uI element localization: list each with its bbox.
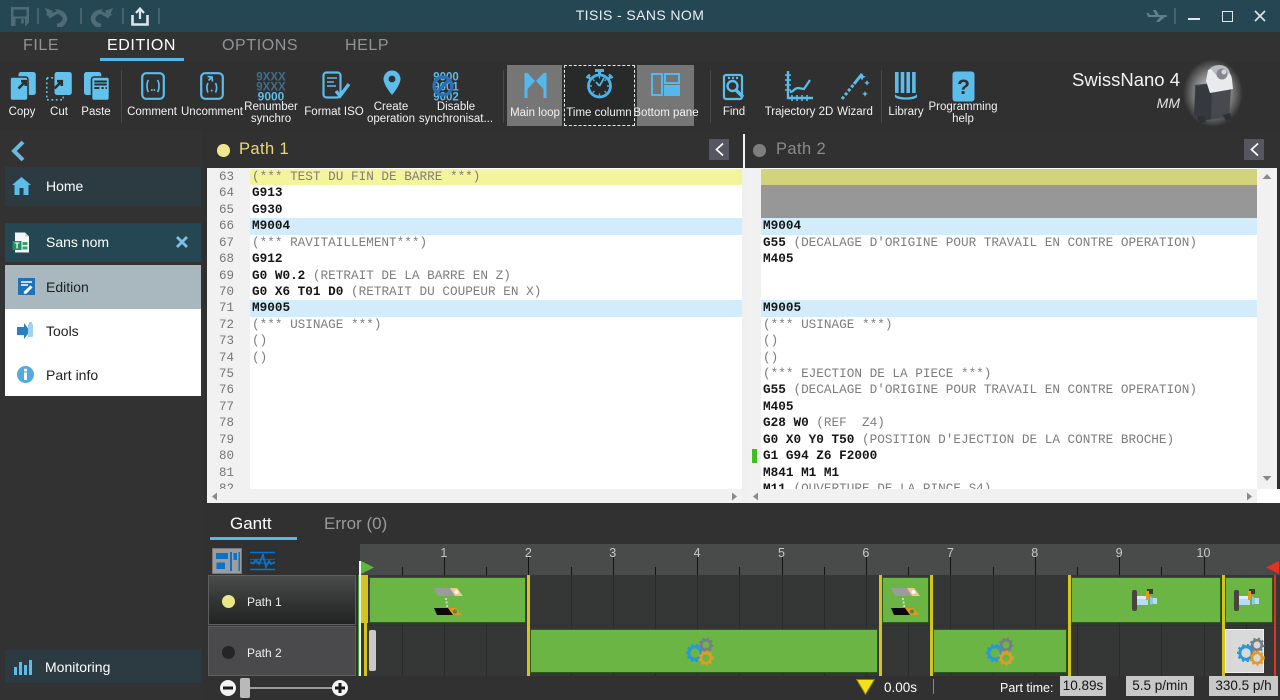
svg-text:?: ?: [957, 76, 970, 99]
svg-text:T: T: [14, 240, 20, 250]
svg-text:9000: 9000: [258, 90, 285, 102]
